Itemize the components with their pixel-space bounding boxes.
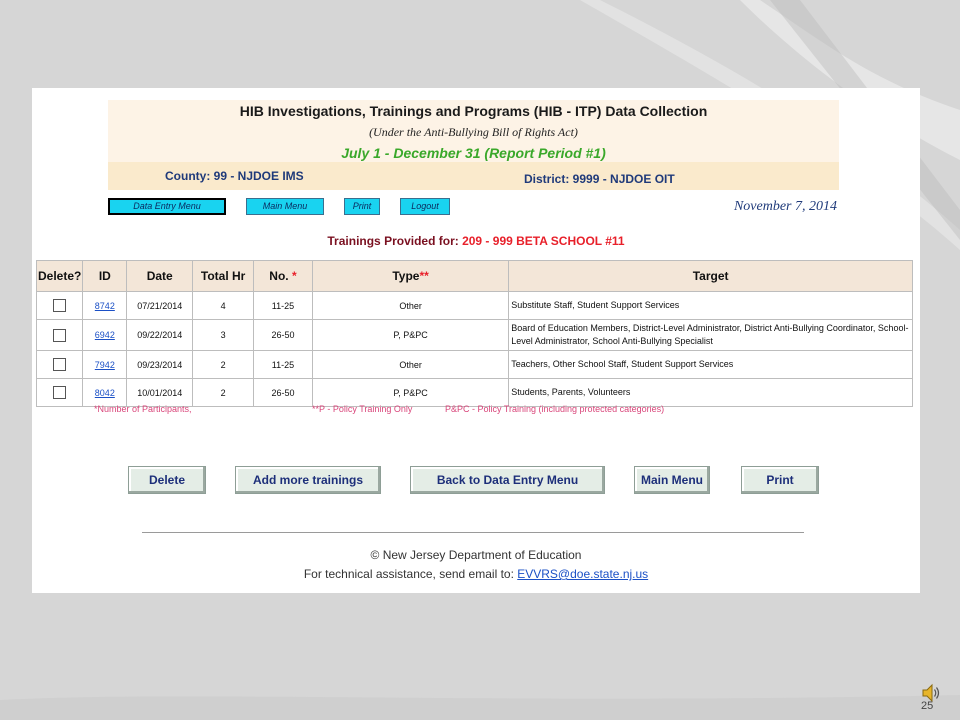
screenshot-panel: HIB Investigations, Trainings and Progra… — [32, 88, 920, 593]
type-cell: P, P&PC — [311, 319, 510, 351]
target-cell: Teachers, Other School Staff, Student Su… — [508, 350, 913, 379]
table-row: 6942 09/22/2014 3 26-50 P, P&PC Board of… — [35, 319, 913, 351]
delete-checkbox[interactable] — [53, 386, 67, 399]
id-cell: 6942 — [82, 319, 128, 351]
target-cell: Students, Parents, Volunteers — [508, 378, 913, 407]
column-header-no: No. * — [253, 260, 313, 292]
section-title: Trainings Provided for: 209 - 999 BETA S… — [32, 234, 920, 248]
participants-cell: 26-50 — [253, 378, 313, 407]
print-action-button[interactable]: Print — [741, 466, 819, 494]
column-header-date: Date — [126, 260, 194, 292]
training-id-link[interactable]: 8042 — [95, 388, 115, 398]
training-id-link[interactable]: 8742 — [95, 301, 115, 311]
district-label: District: 9999 - NJDOE OIT — [524, 172, 675, 186]
print-button[interactable]: Print — [344, 198, 380, 215]
training-id-link[interactable]: 6942 — [95, 330, 115, 340]
support-email-link[interactable]: EVVRS@doe.state.nj.us — [517, 567, 648, 581]
footnote-ppc: P&PC - Policy Training (including protec… — [445, 404, 665, 414]
date-cell: 10/01/2014 — [126, 378, 194, 407]
date-cell: 09/23/2014 — [126, 350, 194, 379]
column-header-id: ID — [82, 260, 128, 292]
column-header-total-hr: Total Hr — [192, 260, 255, 292]
total-hr-cell: 2 — [192, 350, 255, 379]
trainings-table: Delete? ID Date Total Hr No. * Type** Ta… — [35, 260, 913, 407]
main-menu-button[interactable]: Main Menu — [246, 198, 324, 215]
column-header-type: Type** — [311, 260, 510, 292]
footnote-policy: **P - Policy Training Only — [312, 404, 413, 414]
slide-page-number: 25 — [921, 700, 934, 712]
id-cell: 8042 — [82, 378, 128, 407]
type-cell: P, P&PC — [311, 378, 510, 407]
delete-cell — [35, 291, 84, 320]
delete-cell — [35, 319, 84, 351]
current-date: November 7, 2014 — [733, 199, 837, 214]
table-row: 7942 09/23/2014 2 11-25 Other Teachers, … — [35, 350, 913, 379]
participants-cell: 11-25 — [253, 350, 313, 379]
delete-cell — [35, 350, 84, 379]
table-header-row: Delete? ID Date Total Hr No. * Type** Ta… — [35, 260, 913, 292]
delete-cell — [35, 378, 84, 407]
school-name: 209 - 999 BETA SCHOOL #11 — [462, 234, 625, 248]
column-header-delete: Delete? — [35, 260, 84, 292]
no-header-label: No. — [269, 269, 289, 283]
page-title: HIB Investigations, Trainings and Progra… — [239, 103, 708, 119]
assistance-label: For technical assistance, send email to: — [303, 567, 518, 581]
delete-checkbox[interactable] — [53, 299, 67, 312]
table-row: 8042 10/01/2014 2 26-50 P, P&PC Students… — [35, 378, 913, 407]
date-cell: 07/21/2014 — [126, 291, 194, 320]
delete-checkbox[interactable] — [53, 358, 67, 371]
type-cell: Other — [311, 291, 510, 320]
participants-cell: 26-50 — [253, 319, 313, 351]
no-footnote-mark: * — [291, 269, 297, 283]
back-to-data-entry-menu-button[interactable]: Back to Data Entry Menu — [410, 466, 605, 494]
county-label: County: 99 - NJDOE IMS — [165, 169, 304, 183]
report-header: HIB Investigations, Trainings and Progra… — [108, 100, 839, 190]
delete-checkbox[interactable] — [53, 328, 67, 342]
type-header-label: Type — [392, 269, 420, 283]
type-footnote-mark: ** — [419, 269, 429, 283]
column-header-target: Target — [508, 260, 913, 292]
data-entry-menu-button[interactable]: Data Entry Menu — [108, 198, 226, 215]
total-hr-cell: 3 — [192, 319, 255, 351]
id-cell: 8742 — [82, 291, 128, 320]
type-cell: Other — [311, 350, 510, 379]
total-hr-cell: 4 — [192, 291, 255, 320]
report-period: July 1 - December 31 (Report Period #1) — [341, 145, 606, 161]
total-hr-cell: 2 — [192, 378, 255, 407]
add-more-trainings-button[interactable]: Add more trainings — [235, 466, 381, 494]
target-cell: Board of Education Members, District-Lev… — [508, 319, 913, 351]
target-cell: Substitute Staff, Student Support Servic… — [508, 291, 913, 320]
delete-button[interactable]: Delete — [128, 466, 206, 494]
copyright-text: © New Jersey Department of Education — [370, 548, 582, 562]
section-label: Trainings Provided for: — [327, 234, 463, 248]
page-subtitle: (Under the Anti-Bullying Bill of Rights … — [369, 125, 578, 139]
participants-cell: 11-25 — [253, 291, 313, 320]
main-menu-action-button[interactable]: Main Menu — [634, 466, 710, 494]
training-id-link[interactable]: 7942 — [95, 360, 115, 370]
footnote-participants: *Number of Participants, — [94, 404, 192, 414]
id-cell: 7942 — [82, 350, 128, 379]
date-cell: 09/22/2014 — [126, 319, 194, 351]
logout-button[interactable]: Logout — [400, 198, 450, 215]
footer-divider — [142, 532, 804, 533]
assistance-text: For technical assistance, send email to:… — [32, 567, 920, 581]
table-row: 8742 07/21/2014 4 11-25 Other Substitute… — [35, 291, 913, 320]
